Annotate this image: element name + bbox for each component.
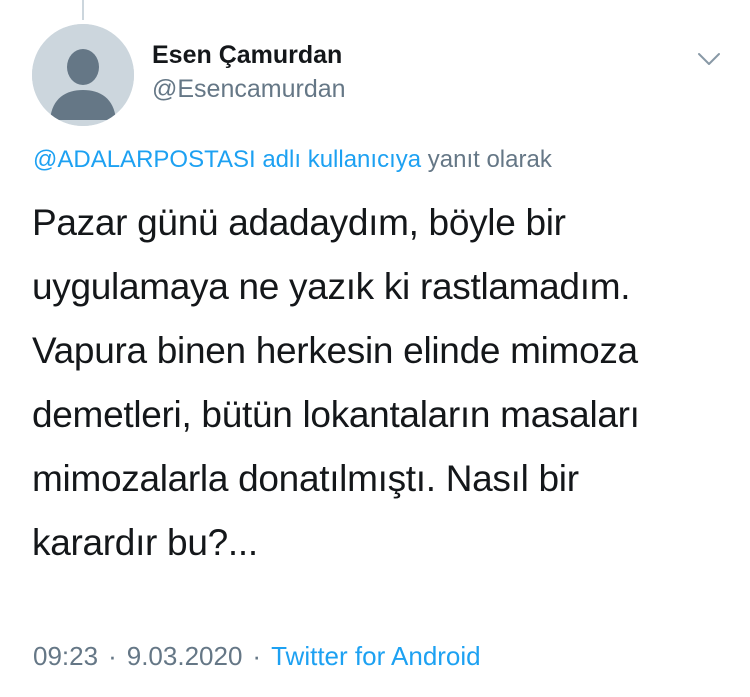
tweet-text-line: mimozalarla donatılmıştı. Nasıl bir: [32, 458, 579, 499]
tweet-text: Pazar günü adadaydım, böyle bir uygulama…: [32, 191, 722, 575]
tweet-text-line: karardır bu?...: [32, 522, 258, 563]
meta-separator: ·: [108, 641, 117, 671]
mention-suffix[interactable]: adlı kullanıcıya: [256, 146, 421, 173]
tweet-text-line: uygulamaya ne yazık ki rastlamadım.: [32, 266, 631, 307]
reply-context: @ADALARPOSTASI adlı kullanıcıya yanıt ol…: [33, 145, 552, 175]
tweet-text-line: Pazar günü adadaydım, böyle bir: [32, 202, 566, 243]
tweet-date[interactable]: 9.03.2020: [127, 641, 243, 671]
tweet-author: Esen Çamurdan @Esencamurdan: [152, 40, 346, 104]
tweet-source-link[interactable]: Twitter for Android: [271, 641, 481, 671]
thread-connector-line: [82, 0, 84, 20]
tweet-time[interactable]: 09:23: [33, 641, 98, 671]
reply-mention-link[interactable]: @ADALARPOSTASI adlı kullanıcıya: [33, 146, 421, 173]
author-display-name[interactable]: Esen Çamurdan: [152, 40, 346, 70]
chevron-down-icon: [698, 53, 720, 65]
tweet-text-line: demetleri, bütün lokantaların masaları: [32, 394, 640, 435]
tweet-meta: 09:23 · 9.03.2020 · Twitter for Android: [33, 640, 481, 672]
author-handle[interactable]: @Esencamurdan: [152, 74, 346, 104]
default-profile-icon: [32, 24, 134, 126]
mention-handle[interactable]: @ADALARPOSTASI: [33, 146, 256, 173]
tweet-text-line: Vapura binen herkesin elinde mimoza: [32, 330, 638, 371]
avatar[interactable]: [32, 24, 134, 126]
meta-separator: ·: [252, 641, 262, 671]
tweet-menu-button[interactable]: [696, 46, 722, 72]
reply-context-label: yanıt olarak: [421, 146, 552, 173]
